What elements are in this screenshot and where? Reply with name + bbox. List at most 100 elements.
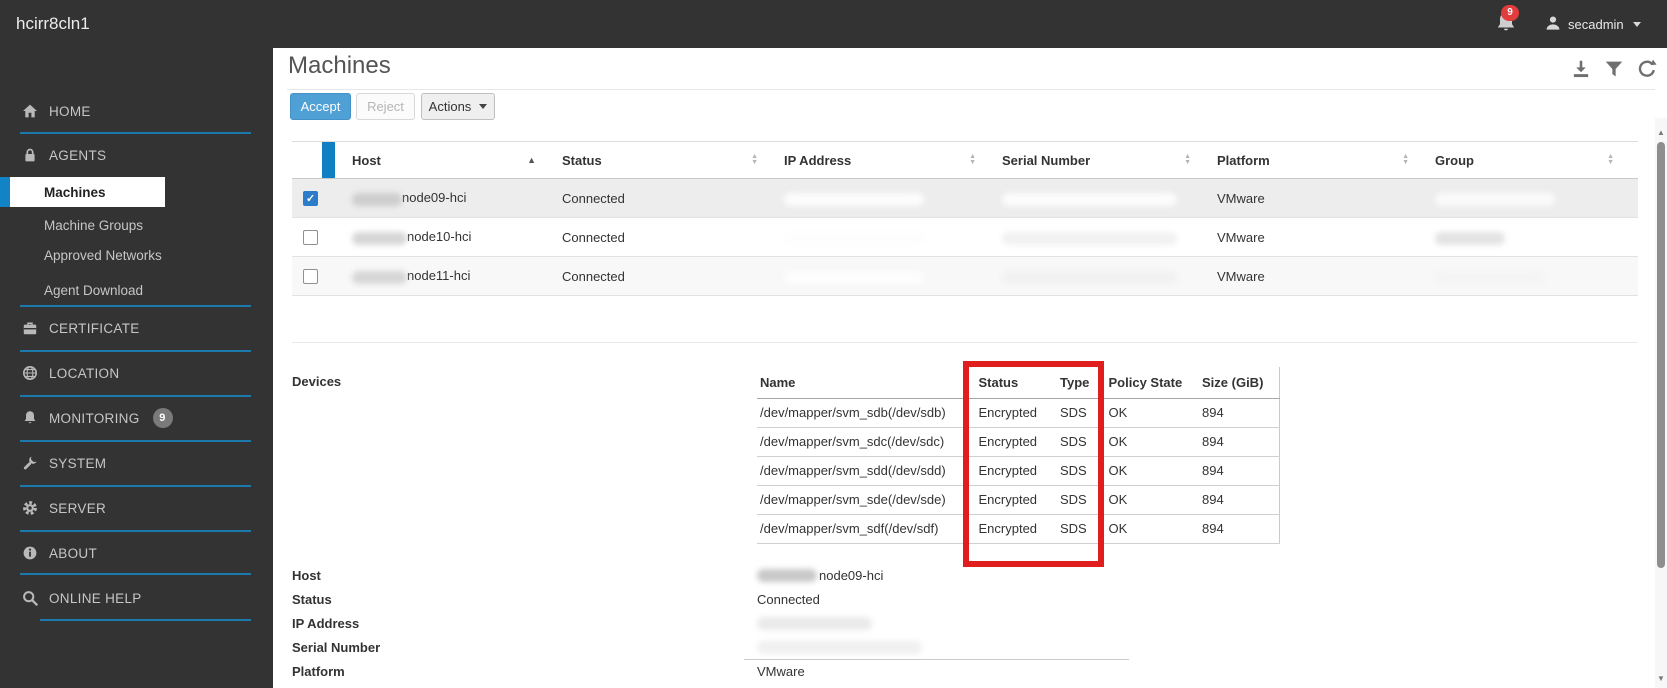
device-status-cell: Encrypted <box>967 456 1045 486</box>
column-header-host[interactable]: Host <box>322 141 560 179</box>
row-checkbox[interactable] <box>303 229 318 245</box>
divider <box>20 485 251 487</box>
sidebar-item-system[interactable]: SYSTEM <box>0 450 273 476</box>
redacted-text <box>1002 270 1177 284</box>
chevron-down-icon <box>479 104 488 109</box>
sidebar-item-label: HOME <box>49 103 91 119</box>
accept-button[interactable]: Accept <box>290 93 351 120</box>
filter-button[interactable] <box>1603 58 1625 85</box>
device-size-cell: 894 <box>1195 514 1280 544</box>
download-icon <box>1573 60 1589 78</box>
export-download-button[interactable] <box>1570 58 1592 85</box>
sort-icon <box>969 154 976 166</box>
sidebar-item-machine-groups[interactable]: Machine Groups <box>0 214 273 236</box>
sidebar-item-agents[interactable]: AGENTS <box>0 142 273 168</box>
scroll-down-arrow[interactable]: ▼ <box>1655 674 1667 683</box>
host-cell: node11-hci <box>407 268 471 284</box>
machines-table: Host Status IP Address Serial Number Pla… <box>292 141 1638 296</box>
table-row: /dev/mapper/svm_sdb(/dev/sdb) Encrypted … <box>757 398 1280 428</box>
column-header-status[interactable]: Status <box>560 141 782 179</box>
column-header-ip-address[interactable]: IP Address <box>782 141 1000 179</box>
search-icon <box>23 591 38 606</box>
table-row[interactable]: node10-hci Connected VMware <box>292 217 1638 257</box>
device-size-cell: 894 <box>1195 427 1280 457</box>
host-cell: node09-hci <box>402 190 467 206</box>
row-checkbox[interactable] <box>303 190 318 207</box>
sidebar-item-machines[interactable]: Machines <box>0 177 165 207</box>
sidebar-item-label: Machines <box>44 184 106 200</box>
table-row: /dev/mapper/svm_sdf(/dev/sdf) Encrypted … <box>757 514 1280 544</box>
divider <box>20 530 251 532</box>
scrollbar-thumb[interactable] <box>1657 142 1665 568</box>
user-menu[interactable]: secadmin <box>1545 0 1641 48</box>
redacted-text <box>784 231 924 245</box>
status-cell: Connected <box>562 229 625 245</box>
sidebar-item-location[interactable]: LOCATION <box>0 360 273 386</box>
sort-icon <box>1184 154 1191 166</box>
actions-dropdown-button[interactable]: Actions <box>421 93 495 120</box>
bell-icon <box>24 411 36 424</box>
column-label: Serial Number <box>1002 152 1091 168</box>
device-status-cell: Encrypted <box>967 398 1045 428</box>
sidebar-item-label: LOCATION <box>49 365 120 381</box>
column-header-type: Type <box>1045 367 1103 399</box>
sidebar-item-label: CERTIFICATE <box>49 320 140 336</box>
detail-row-host: Host node09-hci <box>292 568 1292 583</box>
column-header-serial-number[interactable]: Serial Number <box>1000 141 1215 179</box>
sort-icon <box>751 154 758 166</box>
sidebar-item-about[interactable]: ABOUT <box>0 540 273 566</box>
device-policy-cell: OK <box>1102 485 1195 515</box>
redacted-text <box>784 192 924 206</box>
column-header-group[interactable]: Group <box>1433 141 1638 179</box>
sidebar-item-label: ABOUT <box>49 545 98 561</box>
redacted-text <box>1002 192 1177 206</box>
machines-table-header: Host Status IP Address Serial Number Pla… <box>292 141 1638 179</box>
scroll-up-arrow[interactable]: ▲ <box>1655 128 1667 137</box>
notification-badge: 9 <box>1501 5 1519 21</box>
sidebar-item-label: AGENTS <box>49 147 107 163</box>
column-header-policy-state: Policy State <box>1102 367 1195 399</box>
info-icon <box>23 546 37 560</box>
table-row: /dev/mapper/svm_sdd(/dev/sdd) Encrypted … <box>757 456 1280 486</box>
redacted-text <box>1435 192 1555 206</box>
device-type-cell: SDS <box>1045 514 1103 544</box>
device-size-cell: 894 <box>1195 456 1280 486</box>
sidebar-item-online-help[interactable]: ONLINE HELP <box>0 585 273 611</box>
refresh-button[interactable] <box>1636 58 1658 85</box>
sidebar-item-monitoring[interactable]: MONITORING 9 <box>0 405 273 431</box>
table-row[interactable]: node09-hci Connected VMware <box>292 178 1638 218</box>
sidebar-item-home[interactable]: HOME <box>0 98 273 124</box>
sidebar-item-agent-download[interactable]: Agent Download <box>0 279 273 301</box>
column-header-platform[interactable]: Platform <box>1215 141 1433 179</box>
divider <box>20 440 251 442</box>
table-row[interactable]: node11-hci Connected VMware <box>292 256 1638 296</box>
gear-icon <box>23 501 37 515</box>
sidebar-item-approved-networks[interactable]: Approved Networks <box>0 244 273 266</box>
device-type-cell: SDS <box>1045 485 1103 515</box>
device-policy-cell: OK <box>1102 398 1195 428</box>
field-label: Host <box>292 568 321 583</box>
device-status-cell: Encrypted <box>967 514 1045 544</box>
app-window: hcirr8cln1 9 secadmin HOME AGENTS Machin… <box>0 0 1667 688</box>
sidebar-item-server[interactable]: SERVER <box>0 495 273 521</box>
divider <box>20 132 251 134</box>
monitoring-count-badge: 9 <box>152 408 173 428</box>
device-type-cell: SDS <box>1045 456 1103 486</box>
sidebar-item-certificate[interactable]: CERTIFICATE <box>0 315 273 341</box>
actions-label: Actions <box>428 99 472 114</box>
panel-border <box>292 342 1638 343</box>
row-checkbox[interactable] <box>303 268 318 284</box>
vertical-scrollbar[interactable]: ▲ ▼ <box>1655 118 1667 688</box>
device-policy-cell: OK <box>1102 456 1195 486</box>
redacted-text <box>757 641 922 654</box>
reject-button[interactable]: Reject <box>356 93 415 120</box>
sidebar-item-label: SYSTEM <box>49 455 107 471</box>
device-name-cell: /dev/mapper/svm_sdd(/dev/sdd) <box>757 456 968 486</box>
divider <box>20 350 251 352</box>
notifications-button[interactable]: 9 <box>1494 5 1524 40</box>
select-all-header[interactable] <box>292 141 322 179</box>
redacted-text <box>352 231 407 245</box>
divider <box>744 659 1129 660</box>
device-name-cell: /dev/mapper/svm_sdc(/dev/sdc) <box>757 427 968 457</box>
home-icon <box>23 104 37 118</box>
